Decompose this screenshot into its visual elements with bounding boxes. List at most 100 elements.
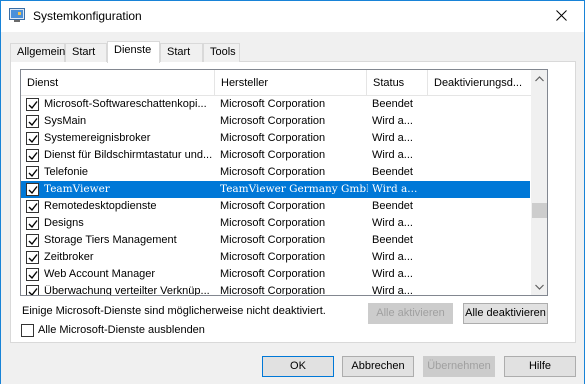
service-status: Beendet xyxy=(372,234,413,246)
service-status: Wird a... xyxy=(372,285,413,296)
service-vendor: Microsoft Corporation xyxy=(220,234,326,246)
table-row[interactable]: Web Account Manager Microsoft Corporation… xyxy=(21,266,530,283)
service-vendor: Microsoft Corporation xyxy=(220,268,326,280)
service-checkbox[interactable] xyxy=(26,217,39,230)
hide-microsoft-services-label[interactable]: Alle Microsoft-Dienste ausblenden xyxy=(38,324,205,336)
checkmark-icon xyxy=(28,271,38,280)
service-checkbox[interactable] xyxy=(26,115,39,128)
checkmark-icon xyxy=(28,237,38,246)
table-row[interactable]: Zeitbroker Microsoft Corporation Wird a... xyxy=(21,249,530,266)
service-status: Wird a... xyxy=(372,268,413,280)
checkmark-icon xyxy=(28,135,38,144)
service-checkbox[interactable] xyxy=(26,234,39,247)
disable-all-button[interactable]: Alle deaktivieren xyxy=(463,303,548,324)
checkmark-icon xyxy=(28,220,38,229)
table-row[interactable]: Designs Microsoft Corporation Wird a... xyxy=(21,215,530,232)
service-name: Microsoft-Softwareschattenkopi... xyxy=(44,98,207,110)
scroll-down-arrow-icon[interactable] xyxy=(531,278,547,295)
table-row[interactable]: Remotedesktopdienste Microsoft Corporatio… xyxy=(21,198,530,215)
service-status: Wird a... xyxy=(372,183,418,195)
service-checkbox[interactable] xyxy=(26,132,39,145)
service-status: Wird a... xyxy=(372,217,413,229)
service-name: Web Account Manager xyxy=(44,268,156,280)
service-status: Wird a... xyxy=(372,149,413,161)
dialog-button-bar: OK Abbrechen Übernehmen Hilfe xyxy=(1,344,584,384)
service-vendor: Microsoft Corporation xyxy=(220,166,326,178)
service-vendor: Microsoft Corporation xyxy=(220,132,326,144)
vertical-scrollbar[interactable] xyxy=(531,70,547,295)
service-checkbox[interactable] xyxy=(26,268,39,281)
service-name: TeamViewer xyxy=(44,183,110,195)
enable-all-button[interactable]: Alle aktivieren xyxy=(368,303,453,324)
service-checkbox[interactable] xyxy=(26,200,39,213)
table-row[interactable]: SysMain Microsoft Corporation Wird a... xyxy=(21,113,530,130)
service-vendor: Microsoft Corporation xyxy=(220,251,326,263)
service-checkbox[interactable] xyxy=(26,183,39,196)
list-header: Dienst Hersteller Status Deaktivierungsd… xyxy=(21,70,531,96)
tab-general[interactable]: Allgemein xyxy=(10,43,65,62)
scroll-up-arrow-icon[interactable] xyxy=(531,70,547,87)
title-bar[interactable]: Systemkonfiguration xyxy=(1,1,584,32)
service-name: Remotedesktopdienste xyxy=(44,200,157,212)
service-status: Beendet xyxy=(372,166,413,178)
window-title: Systemkonfiguration xyxy=(33,9,142,23)
service-checkbox[interactable] xyxy=(26,251,39,264)
service-status: Beendet xyxy=(372,98,413,110)
service-vendor: Microsoft Corporation xyxy=(220,115,326,127)
service-checkbox[interactable] xyxy=(26,98,39,111)
service-name: Telefonie xyxy=(44,166,89,178)
service-vendor: Microsoft Corporation xyxy=(220,200,326,212)
service-name: Systemereignisbroker xyxy=(44,132,151,144)
table-row[interactable]: Dienst für Bildschirmtastatur und... Micr… xyxy=(21,147,530,164)
hide-microsoft-services-checkbox[interactable] xyxy=(21,324,34,337)
service-status: Beendet xyxy=(372,200,413,212)
close-icon xyxy=(555,8,567,26)
service-vendor: Microsoft Corporation xyxy=(220,98,326,110)
service-status: Wird a... xyxy=(372,132,413,144)
service-name: SysMain xyxy=(44,115,87,127)
checkmark-icon xyxy=(28,186,38,195)
service-checkbox[interactable] xyxy=(26,285,39,295)
checkmark-icon xyxy=(28,152,38,161)
table-row[interactable]: Systemereignisbroker Microsoft Corporatio… xyxy=(21,130,530,147)
help-button[interactable]: Hilfe xyxy=(504,356,576,377)
service-checkbox[interactable] xyxy=(26,149,39,162)
tab-startup[interactable]: Start xyxy=(160,43,203,62)
table-row[interactable]: Microsoft-Softwareschattenkopi... Microso… xyxy=(21,96,530,113)
checkmark-icon xyxy=(28,169,38,178)
service-name: Designs xyxy=(44,217,84,229)
column-header-disabled-date[interactable]: Deaktivierungsd... xyxy=(428,70,531,96)
service-status: Wird a... xyxy=(372,115,413,127)
service-name: Überwachung verteilter Verknüp... xyxy=(44,285,210,296)
checkmark-icon xyxy=(28,118,38,127)
info-note: Einige Microsoft-Dienste sind möglicherw… xyxy=(22,305,326,317)
cancel-button[interactable]: Abbrechen xyxy=(342,356,414,377)
system-configuration-window: Systemkonfiguration Allgemein Start Dien… xyxy=(0,0,585,384)
msconfig-app-icon xyxy=(9,8,25,23)
table-row[interactable]: Überwachung verteilter Verknüp... Microso… xyxy=(21,283,530,296)
services-list[interactable]: Dienst Hersteller Status Deaktivierungsd… xyxy=(20,69,548,296)
tab-tools[interactable]: Tools xyxy=(203,43,240,62)
column-header-service[interactable]: Dienst xyxy=(21,70,214,96)
table-row[interactable]: Storage Tiers Management Microsoft Corpor… xyxy=(21,232,530,249)
apply-button[interactable]: Übernehmen xyxy=(423,356,495,377)
checkmark-icon xyxy=(28,254,38,263)
close-button[interactable] xyxy=(538,1,584,32)
service-vendor: Microsoft Corporation xyxy=(220,149,326,161)
ok-button[interactable]: OK xyxy=(262,356,334,377)
service-name: Dienst für Bildschirmtastatur und... xyxy=(44,149,213,161)
column-header-status[interactable]: Status xyxy=(367,70,427,96)
checkmark-icon xyxy=(28,203,38,212)
table-row[interactable]: TeamViewer TeamViewer Germany GmbH Wird a.… xyxy=(21,181,530,198)
tab-services[interactable]: Dienste xyxy=(107,41,160,63)
service-status: Wird a... xyxy=(372,251,413,263)
tab-startup-classic[interactable]: Start xyxy=(65,43,107,62)
service-name: Storage Tiers Management xyxy=(44,234,177,246)
table-row[interactable]: Telefonie Microsoft Corporation Beendet xyxy=(21,164,530,181)
column-header-vendor[interactable]: Hersteller xyxy=(215,70,366,96)
checkmark-icon xyxy=(28,288,38,295)
scrollbar-thumb[interactable] xyxy=(532,203,547,218)
service-checkbox[interactable] xyxy=(26,166,39,179)
service-vendor: Microsoft Corporation xyxy=(220,217,326,229)
service-name: Zeitbroker xyxy=(44,251,94,263)
